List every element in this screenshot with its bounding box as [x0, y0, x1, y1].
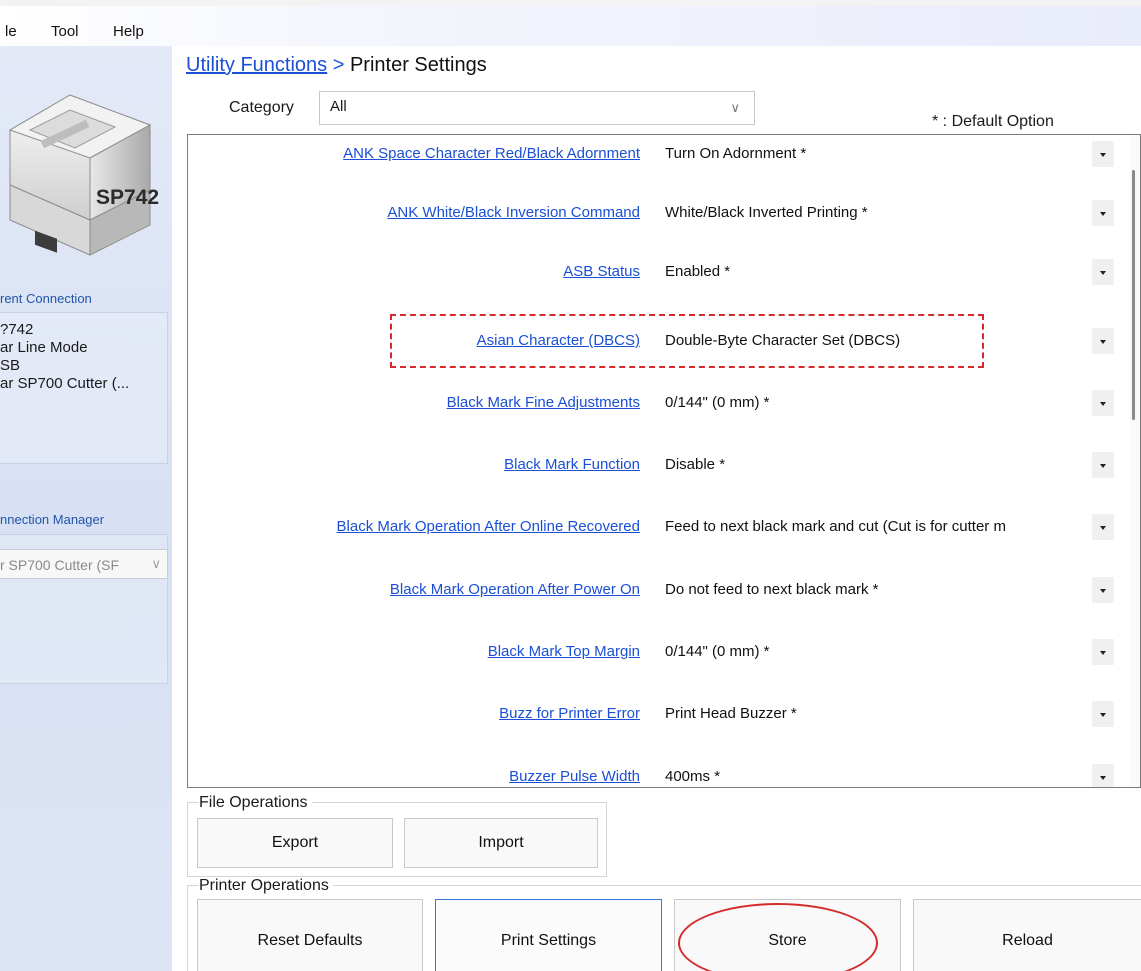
dropdown-arrow-icon[interactable]	[1092, 259, 1114, 285]
setting-row: ANK Space Character Red/Black Adornment …	[188, 139, 1128, 169]
dropdown-arrow-icon[interactable]	[1092, 452, 1114, 478]
dropdown-arrow-icon[interactable]	[1092, 764, 1114, 787]
dropdown-arrow-icon[interactable]	[1092, 390, 1114, 416]
menu-bar: le Tool Help	[0, 6, 1141, 46]
reset-defaults-button[interactable]: Reset Defaults	[197, 899, 423, 971]
breadcrumb-utility-functions[interactable]: Utility Functions	[186, 54, 327, 76]
setting-label[interactable]: Black Mark Function	[504, 456, 640, 473]
printer-model-label: SP742	[96, 186, 160, 209]
print-settings-button[interactable]: Print Settings	[435, 899, 662, 971]
chevron-down-icon: ∨	[730, 100, 740, 115]
connection-info-line: ar SP700 Cutter (...	[0, 375, 130, 392]
file-operations-title: File Operations	[199, 794, 312, 812]
settings-scrollbar[interactable]	[1130, 135, 1140, 787]
setting-row: ASB Status Enabled *	[188, 257, 1128, 287]
export-button[interactable]: Export	[197, 818, 393, 868]
setting-row: Buzz for Printer Error Print Head Buzzer…	[188, 699, 1128, 729]
store-button[interactable]: Store	[674, 899, 901, 971]
connection-info-line: SB	[0, 357, 21, 374]
current-connection-heading: rent Connection	[0, 291, 92, 306]
setting-label[interactable]: Black Mark Top Margin	[488, 643, 640, 660]
setting-label[interactable]: Black Mark Operation After Power On	[390, 581, 640, 598]
setting-value[interactable]: 0/144" (0 mm) *	[665, 643, 1090, 660]
setting-value[interactable]: Enabled *	[665, 263, 1090, 280]
printer-operations-title: Printer Operations	[199, 877, 333, 895]
chevron-down-icon: ∨	[151, 556, 161, 571]
setting-value[interactable]: Turn On Adornment *	[665, 145, 1090, 162]
category-label: Category	[229, 99, 294, 116]
dropdown-arrow-icon[interactable]	[1092, 577, 1114, 603]
menu-file[interactable]: le	[5, 23, 17, 40]
connection-info-line: ?742	[0, 321, 34, 338]
setting-label[interactable]: ANK White/Black Inversion Command	[387, 204, 640, 221]
setting-value[interactable]: White/Black Inverted Printing *	[665, 204, 1090, 221]
connection-info-box: ?742 ar Line Mode SB ar SP700 Cutter (..…	[0, 312, 168, 464]
setting-label[interactable]: Black Mark Operation After Online Recove…	[337, 518, 640, 535]
left-panel: SP742 rent Connection ?742 ar Line Mode …	[0, 46, 172, 971]
settings-list: ANK Space Character Red/Black Adornment …	[187, 134, 1141, 788]
dropdown-arrow-icon[interactable]	[1092, 514, 1114, 540]
page-title: Printer Settings	[349, 54, 487, 76]
setting-value[interactable]: 400ms *	[665, 768, 1090, 785]
connection-manager-heading: nnection Manager	[0, 512, 105, 527]
import-button[interactable]: Import	[404, 818, 598, 868]
setting-label[interactable]: Buzzer Pulse Width	[509, 768, 640, 785]
setting-value[interactable]: Feed to next black mark and cut (Cut is …	[665, 518, 1090, 535]
setting-row: Buzzer Pulse Width 400ms *	[188, 762, 1128, 787]
setting-row: Black Mark Function Disable *	[188, 450, 1128, 480]
connection-info-line: ar Line Mode	[0, 339, 88, 356]
setting-label[interactable]: ASB Status	[563, 263, 640, 280]
setting-label[interactable]: Buzz for Printer Error	[499, 705, 640, 722]
menu-help[interactable]: Help	[113, 23, 144, 40]
printer-image	[8, 94, 152, 256]
menu-tool[interactable]: Tool	[51, 23, 79, 40]
reload-button[interactable]: Reload	[913, 899, 1141, 971]
setting-label[interactable]: ANK Space Character Red/Black Adornment	[343, 145, 640, 162]
setting-value[interactable]: Print Head Buzzer *	[665, 705, 1090, 722]
connection-select[interactable]: r SP700 Cutter (SF ∨	[0, 549, 168, 579]
setting-row: Black Mark Top Margin 0/144" (0 mm) *	[188, 637, 1128, 667]
breadcrumb: Utility Functions > Printer Settings	[186, 54, 487, 77]
breadcrumb-separator: >	[332, 54, 345, 76]
category-select[interactable]: All ∨	[319, 91, 755, 125]
setting-row: Black Mark Operation After Power On Do n…	[188, 575, 1128, 605]
connection-select-value: r SP700 Cutter (SF	[0, 557, 120, 573]
setting-row: ANK White/Black Inversion Command White/…	[188, 198, 1128, 228]
setting-row: Black Mark Fine Adjustments 0/144" (0 mm…	[188, 388, 1128, 418]
category-select-value: All	[330, 98, 347, 115]
dropdown-arrow-icon[interactable]	[1092, 328, 1114, 354]
setting-row: Black Mark Operation After Online Recove…	[188, 512, 1128, 542]
highlight-annotation-box	[390, 314, 984, 368]
dropdown-arrow-icon[interactable]	[1092, 200, 1114, 226]
setting-value[interactable]: Do not feed to next black mark *	[665, 581, 1090, 598]
scrollbar-thumb[interactable]	[1132, 170, 1135, 420]
setting-value[interactable]: Disable *	[665, 456, 1090, 473]
setting-value[interactable]: 0/144" (0 mm) *	[665, 394, 1090, 411]
dropdown-arrow-icon[interactable]	[1092, 701, 1114, 727]
setting-label[interactable]: Black Mark Fine Adjustments	[447, 394, 640, 411]
default-option-note: * : Default Option	[932, 113, 1054, 130]
dropdown-arrow-icon[interactable]	[1092, 639, 1114, 665]
dropdown-arrow-icon[interactable]	[1092, 141, 1114, 167]
